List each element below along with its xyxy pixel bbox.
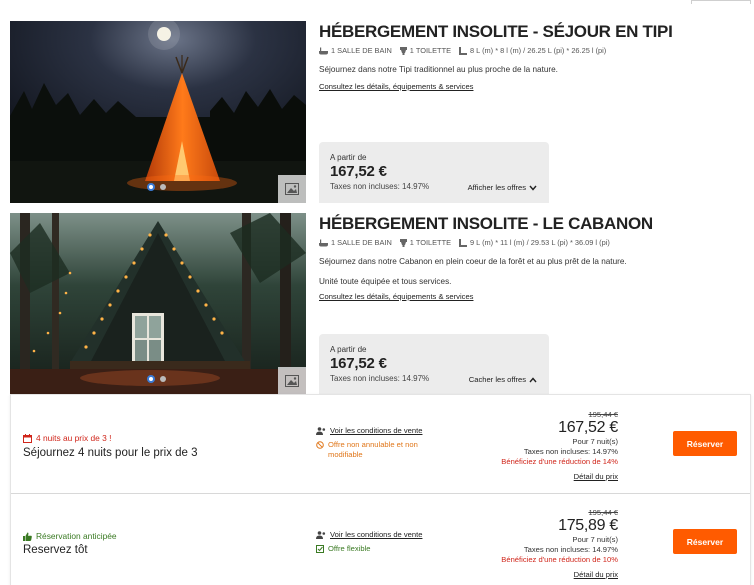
conditions-link[interactable]: Voir les conditions de vente	[316, 426, 446, 435]
room-info: HÉBERGEMENT INSOLITE - SÉJOUR EN TIPI 1 …	[319, 21, 749, 94]
price-amount: 167,52 €	[330, 355, 387, 372]
offer-conditions: Voir les conditions de vente Offre non a…	[316, 426, 446, 460]
room-description-extra: Unité toute équipée et tous services.	[319, 277, 452, 286]
bathroom-amenity: 1 SALLE DE BAIN	[319, 46, 392, 55]
chevron-down-icon	[529, 185, 537, 191]
discount-note: Bénéficiez d'une réduction de 14%	[501, 457, 618, 466]
toilet-icon	[399, 46, 407, 55]
room-photo[interactable]	[10, 21, 306, 203]
room-title: HÉBERGEMENT INSOLITE - SÉJOUR EN TIPI	[319, 22, 673, 41]
offer-row: 4 nuits au prix de 3 ! Séjournez 4 nuits…	[11, 395, 750, 492]
offer-tag: 4 nuits au prix de 3 !	[23, 433, 111, 443]
condition-note: Offre flexible	[316, 544, 422, 554]
gallery-button[interactable]	[278, 175, 306, 203]
tax-note: Taxes non incluses: 14.97%	[523, 545, 618, 554]
bathtub-icon	[319, 239, 328, 246]
image-icon	[285, 375, 299, 387]
room-description: Séjournez dans notre Tipi traditionnel a…	[319, 65, 558, 74]
users-icon	[316, 426, 326, 435]
reserve-button[interactable]: Réserver	[673, 529, 737, 554]
nights-count: Pour 7 nuit(s)	[572, 535, 618, 544]
conditions-link[interactable]: Voir les conditions de vente	[316, 530, 422, 539]
discount-note: Bénéficiez d'une réduction de 10%	[501, 555, 618, 564]
offer-price-block: 195,44 € 167,52 € Pour 7 nuit(s) Taxes n…	[501, 410, 618, 481]
tax-note: Taxes non incluses: 14.97%	[523, 447, 618, 456]
price-detail-link[interactable]: Détail du prix	[501, 472, 618, 481]
ruler-icon	[459, 46, 468, 55]
tipi-night-image	[10, 21, 306, 203]
carousel-dot[interactable]	[148, 376, 154, 382]
carousel-dots	[148, 184, 166, 190]
room-card-tipi: HÉBERGEMENT INSOLITE - SÉJOUR EN TIPI 1 …	[10, 21, 754, 203]
top-bar	[0, 0, 754, 4]
room-photo[interactable]	[10, 213, 306, 395]
toilet-amenity: 1 TOILETTE	[399, 238, 451, 247]
cabin-forest-image	[10, 213, 306, 395]
size-amenity: 9 L (m) * 11 l (m) / 29.53 L (pi) * 36.0…	[459, 238, 610, 247]
price-from-label: A partir de	[330, 345, 367, 354]
old-price: 195,44 €	[588, 508, 618, 517]
carousel-dot[interactable]	[148, 184, 154, 190]
offer-price: 175,89 €	[558, 517, 618, 534]
flexible-icon	[316, 545, 324, 553]
toilet-icon	[399, 238, 407, 247]
ruler-icon	[459, 238, 468, 247]
room-description: Séjournez dans notre Cabanon en plein co…	[319, 257, 627, 266]
room-details-link[interactable]: Consultez les détails, équipements & ser…	[319, 292, 473, 301]
offer-conditions: Voir les conditions de vente Offre flexi…	[316, 530, 422, 554]
room-amenities: 1 SALLE DE BAIN 1 TOILETTE 8 L (m) * 8 l…	[319, 46, 749, 55]
size-amenity: 8 L (m) * 8 l (m) / 26.25 L (pi) * 26.25…	[459, 46, 606, 55]
room-price-box: A partir de 167,52 € Taxes non incluses:…	[319, 334, 549, 395]
room-amenities: 1 SALLE DE BAIN 1 TOILETTE 9 L (m) * 11 …	[319, 238, 749, 247]
image-icon	[285, 183, 299, 195]
room-price-box: A partir de 167,52 € Taxes non incluses:…	[319, 142, 549, 203]
room-info: HÉBERGEMENT INSOLITE - LE CABANON 1 SALL…	[319, 213, 749, 304]
price-amount: 167,52 €	[330, 163, 387, 180]
nights-count: Pour 7 nuit(s)	[572, 437, 618, 446]
show-offers-toggle[interactable]: Afficher les offres	[468, 183, 537, 192]
offer-price: 167,52 €	[558, 419, 618, 436]
offer-row: Réservation anticipée Reservez tôt Voir …	[11, 493, 750, 585]
bathtub-icon	[319, 47, 328, 54]
offer-name: Reservez tôt	[23, 544, 88, 556]
reserve-button[interactable]: Réserver	[673, 431, 737, 456]
no-cancel-icon	[316, 441, 324, 449]
old-price: 195,44 €	[588, 410, 618, 419]
offer-name: Séjournez 4 nuits pour le prix de 3	[23, 447, 198, 459]
carousel-dot[interactable]	[160, 376, 166, 382]
offer-price-block: 195,44 € 175,89 € Pour 7 nuit(s) Taxes n…	[501, 508, 618, 579]
offer-tag: Réservation anticipée	[23, 531, 117, 541]
chevron-up-icon	[529, 376, 537, 382]
gallery-button[interactable]	[278, 367, 306, 395]
carousel-dots	[148, 376, 166, 382]
calendar-icon	[23, 433, 32, 443]
room-details-link[interactable]: Consultez les détails, équipements & ser…	[319, 82, 473, 91]
users-icon	[316, 530, 326, 539]
room-title: HÉBERGEMENT INSOLITE - LE CABANON	[319, 214, 653, 233]
toilet-amenity: 1 TOILETTE	[399, 46, 451, 55]
room-card-cabanon: HÉBERGEMENT INSOLITE - LE CABANON 1 SALL…	[10, 213, 754, 395]
bathroom-amenity: 1 SALLE DE BAIN	[319, 238, 392, 247]
hide-offers-toggle[interactable]: Cacher les offres	[469, 375, 537, 384]
carousel-dot[interactable]	[160, 184, 166, 190]
top-tab[interactable]	[691, 0, 751, 4]
price-detail-link[interactable]: Détail du prix	[501, 570, 618, 579]
offers-panel: 4 nuits au prix de 3 ! Séjournez 4 nuits…	[10, 394, 751, 585]
price-from-label: A partir de	[330, 153, 367, 162]
condition-note: Offre non annulable et non modifiable	[316, 440, 446, 460]
thumbs-up-icon	[23, 532, 32, 541]
